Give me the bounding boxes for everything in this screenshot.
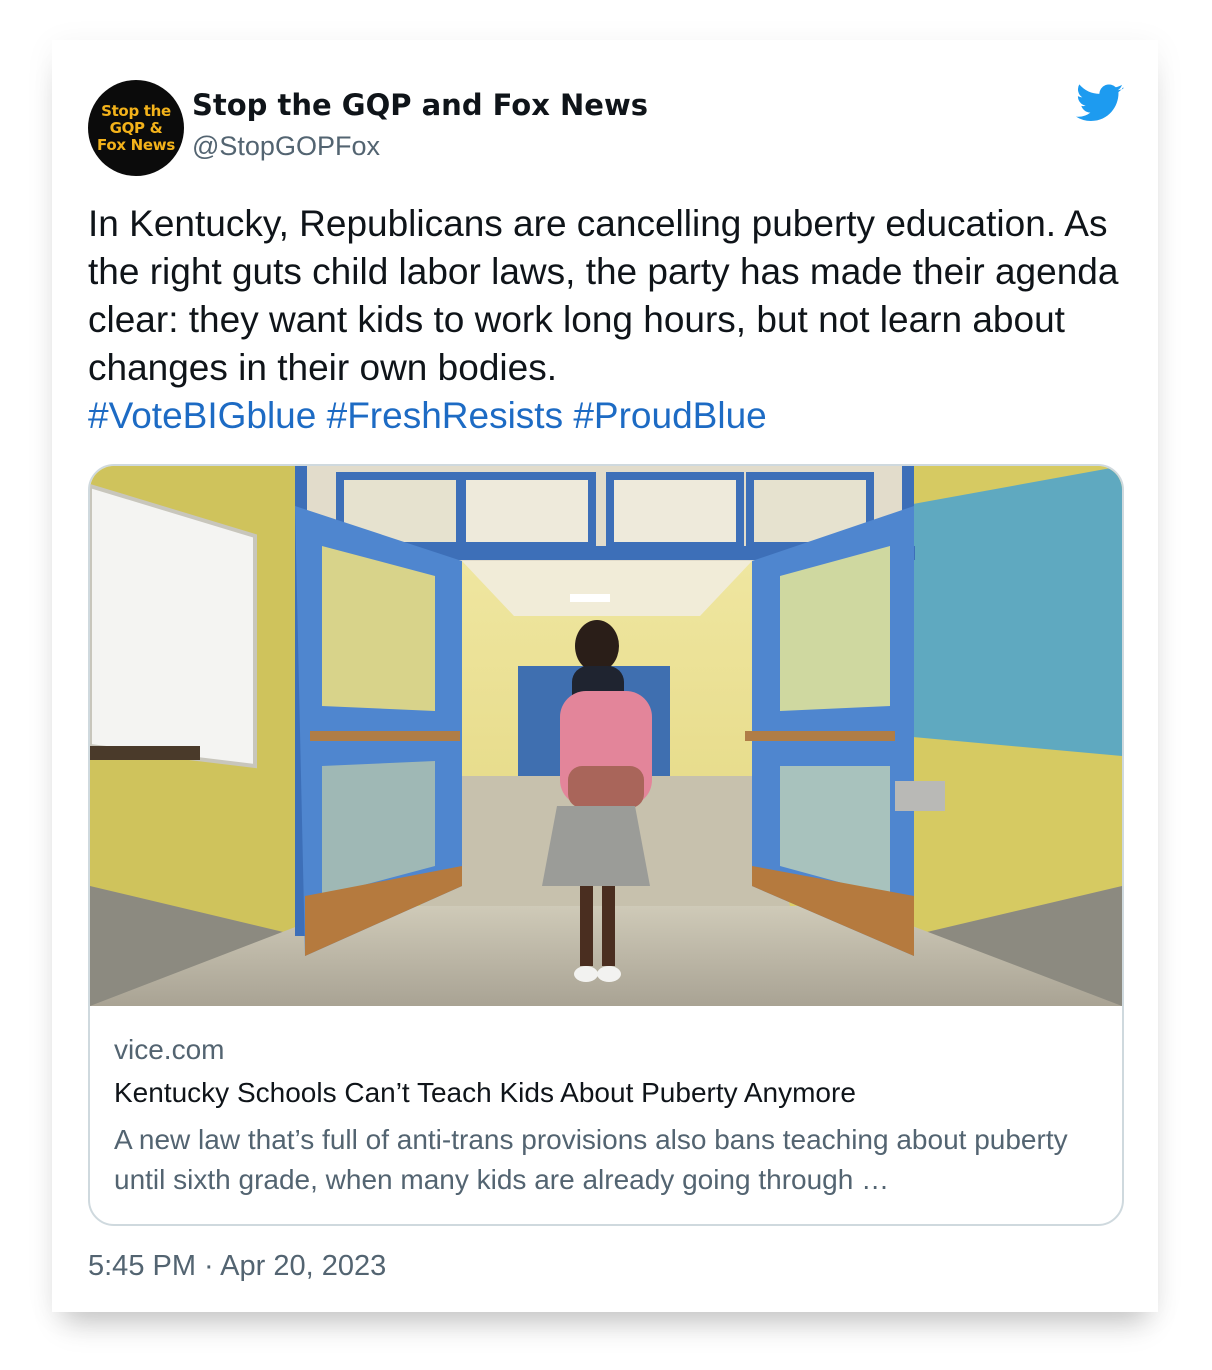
tweet-card: Stop the GQP & Fox News Stop the GQP and…: [52, 40, 1158, 1312]
tweet-timestamp[interactable]: 5:45 PM · Apr 20, 2023: [88, 1250, 386, 1283]
hashtag-link[interactable]: #VoteBIGblue: [88, 395, 316, 436]
tweet-text: In Kentucky, Republicans are cancelling …: [88, 200, 1128, 440]
avatar-text-line: GQP &: [109, 118, 163, 137]
link-title: Kentucky Schools Can’t Teach Kids About …: [114, 1077, 856, 1108]
hashtag-link[interactable]: #FreshResists: [327, 395, 563, 436]
avatar-text-line: Fox News: [97, 135, 175, 154]
hashtag-row: #VoteBIGblue #FreshResists #ProudBlue: [88, 392, 1128, 440]
link-description: A new law that’s full of anti-trans prov…: [114, 1124, 1068, 1195]
twitter-bird-icon[interactable]: [1076, 84, 1124, 124]
tweet-body: In Kentucky, Republicans are cancelling …: [88, 203, 1119, 388]
avatar[interactable]: Stop the GQP & Fox News: [88, 80, 184, 176]
avatar-text-line: Stop the: [101, 101, 171, 120]
link-domain: vice.com: [114, 1034, 225, 1065]
link-preview-card[interactable]: vice.com Kentucky Schools Can’t Teach Ki…: [88, 464, 1124, 1226]
article-photo: [90, 466, 1122, 1006]
user-handle[interactable]: @StopGOPFox: [192, 131, 380, 162]
display-name[interactable]: Stop the GQP and Fox News: [192, 88, 648, 122]
hashtag-link[interactable]: #ProudBlue: [573, 395, 766, 436]
